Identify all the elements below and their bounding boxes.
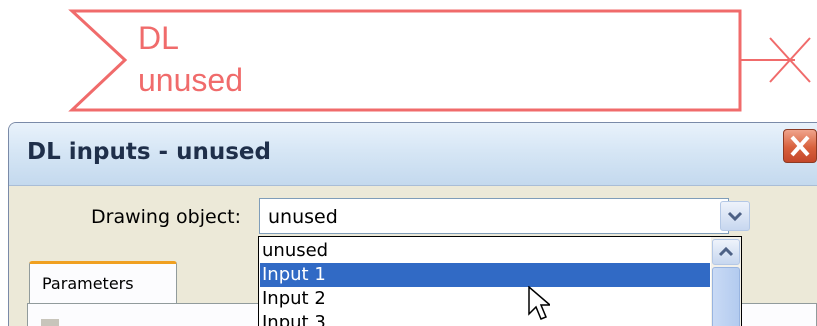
chevron-down-icon — [727, 211, 743, 222]
dropdown-scrollbar[interactable] — [711, 237, 741, 326]
tab-parameters[interactable]: Parameters — [29, 261, 177, 305]
close-button[interactable] — [783, 129, 817, 163]
dropdown-option-input-2[interactable]: Input 2 — [260, 287, 710, 311]
scroll-thumb[interactable] — [712, 267, 740, 326]
tab-parameters-label: Parameters — [42, 274, 134, 293]
dl-block-diagram[interactable] — [0, 0, 817, 120]
dialog-titlebar[interactable]: DL inputs - unused — [9, 123, 817, 186]
drawing-object-value: unused — [268, 206, 338, 228]
mouse-pointer-icon — [528, 286, 550, 320]
dialog-title: DL inputs - unused — [27, 139, 271, 165]
block-name: DL — [138, 20, 179, 56]
dropdown-option-unused[interactable]: unused — [260, 239, 710, 263]
scroll-up-button[interactable] — [712, 239, 740, 265]
close-icon — [790, 135, 810, 157]
drawing-object-dropdown-list[interactable]: unused Input 1 Input 2 Input 3 — [258, 236, 742, 326]
chevron-up-icon — [718, 246, 734, 257]
drawing-object-label: Drawing object: — [91, 206, 241, 228]
block-status: unused — [138, 62, 243, 98]
dropdown-toggle-button[interactable] — [720, 201, 750, 231]
drawing-object-select[interactable]: unused — [259, 198, 729, 234]
dropdown-option-input-3[interactable]: Input 3 — [260, 311, 710, 326]
dropdown-option-input-1[interactable]: Input 1 — [260, 263, 710, 287]
panel-control-stub — [41, 319, 59, 326]
